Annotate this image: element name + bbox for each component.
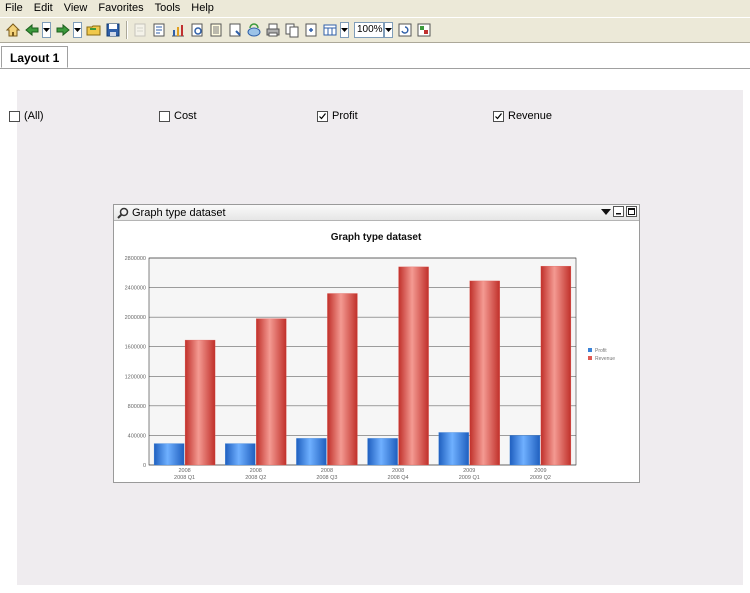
filter-all[interactable]: (All) <box>9 110 44 122</box>
magnifier-icon[interactable] <box>117 207 129 219</box>
x-tick-sublabel: 2009 Q1 <box>459 475 480 481</box>
bar-profit <box>438 432 469 466</box>
forward-icon[interactable] <box>54 21 72 39</box>
panel-maximize-icon[interactable] <box>626 206 637 217</box>
menu-file[interactable]: File <box>0 0 29 17</box>
page-icon[interactable] <box>226 21 244 39</box>
legend-label: Profit <box>595 348 607 354</box>
pdf-icon[interactable] <box>150 21 168 39</box>
zoom-combo[interactable]: 100% <box>354 22 396 38</box>
y-tick-label: 0 <box>143 463 146 469</box>
print-icon[interactable] <box>264 21 282 39</box>
checkbox-profit[interactable] <box>317 110 328 122</box>
x-tick-sublabel: 2008 Q2 <box>245 475 266 481</box>
legend-swatch <box>588 356 592 360</box>
x-axis: 20082008 Q120082008 Q220082008 Q32008200… <box>174 468 551 481</box>
save-icon[interactable] <box>104 21 122 39</box>
filter-revenue-label: Revenue <box>508 110 553 122</box>
forward-dropdown-icon[interactable] <box>73 22 82 38</box>
bar-profit <box>296 438 327 466</box>
menu-favorites[interactable]: Favorites <box>93 0 149 17</box>
layout-dropdown-icon[interactable] <box>340 22 349 38</box>
bar-revenue <box>327 293 358 466</box>
bar-revenue <box>184 339 216 466</box>
bar-revenue <box>540 265 572 466</box>
menu-help[interactable]: Help <box>186 0 220 17</box>
report-icon[interactable] <box>207 21 225 39</box>
legend-swatch <box>588 348 592 352</box>
chart-panel: Graph type dataset Graph type dataset 0 … <box>113 204 640 483</box>
bar-profit <box>225 443 256 466</box>
tab-bar: Layout 1 <box>0 43 750 69</box>
open-folder-icon[interactable] <box>85 21 103 39</box>
y-axis: 0 400000 800000 1200000 1600000 2000000 240000… <box>125 256 146 469</box>
checkmark-icon <box>319 112 326 119</box>
filter-revenue[interactable]: Revenue <box>493 110 552 122</box>
x-tick-label: 2008 <box>250 468 262 474</box>
checkbox-cost[interactable] <box>159 110 170 122</box>
home-icon[interactable] <box>4 21 22 39</box>
print-preview-icon[interactable] <box>188 21 206 39</box>
x-tick-sublabel: 2008 Q4 <box>388 475 409 481</box>
panel-title: Graph type dataset <box>132 206 226 219</box>
layout-icon[interactable] <box>321 21 339 39</box>
filter-all-label: (All) <box>24 110 44 122</box>
filter-profit[interactable]: Profit <box>317 110 358 122</box>
checkbox-all[interactable] <box>9 110 20 122</box>
toolbar-separator <box>126 21 128 39</box>
y-tick-label: 800000 <box>128 404 146 410</box>
page-setup-icon[interactable] <box>302 21 320 39</box>
copy-icon[interactable] <box>283 21 301 39</box>
filter-profit-label: Profit <box>332 110 358 122</box>
x-tick-sublabel: 2008 Q1 <box>174 475 195 481</box>
menu-tools[interactable]: Tools <box>150 0 187 17</box>
x-tick-label: 2009 <box>534 468 546 474</box>
checkmark-icon <box>495 112 502 119</box>
filter-cost-label: Cost <box>174 110 197 122</box>
chart-type-icon[interactable] <box>169 21 187 39</box>
x-tick-label: 2008 <box>392 468 404 474</box>
x-tick-label: 2008 <box>321 468 333 474</box>
y-tick-label: 400000 <box>128 433 146 439</box>
layout-canvas: (All) Cost Profit Revenue Graph type dat… <box>9 90 743 585</box>
menu-edit[interactable]: Edit <box>29 0 59 17</box>
bar-profit <box>153 443 185 466</box>
panel-minimize-icon[interactable] <box>613 206 624 217</box>
zoom-value[interactable]: 100% <box>354 22 384 38</box>
bar-revenue <box>256 318 287 466</box>
checkbox-revenue[interactable] <box>493 110 504 122</box>
bar-revenue <box>469 280 500 466</box>
panel-menu-icon[interactable] <box>600 206 611 217</box>
y-tick-label: 2800000 <box>125 256 146 262</box>
x-tick-sublabel: 2008 Q3 <box>316 475 337 481</box>
chart-title: Graph type dataset <box>331 232 422 243</box>
bar-profit <box>367 438 398 466</box>
toolbar: 100% <box>0 17 750 43</box>
bar-chart: Graph type dataset 0 400000 800000 1200000 1… <box>125 232 616 481</box>
refresh-data-icon[interactable] <box>245 21 263 39</box>
menu-bar: File Edit View Favorites Tools Help <box>0 0 750 17</box>
back-icon[interactable] <box>23 21 41 39</box>
export-icon[interactable] <box>131 21 149 39</box>
legend: Profit Revenue <box>588 348 615 362</box>
y-tick-label: 2400000 <box>125 286 146 292</box>
x-tick-label: 2009 <box>463 468 475 474</box>
y-tick-label: 1200000 <box>125 374 146 380</box>
chart-area: Graph type dataset 0 400000 800000 1200000 1… <box>114 221 639 482</box>
filter-cost[interactable]: Cost <box>159 110 197 122</box>
zoom-dropdown-icon[interactable] <box>384 22 393 38</box>
refresh-icon[interactable] <box>396 21 414 39</box>
tab-layout-1[interactable]: Layout 1 <box>1 46 69 68</box>
bar-profit <box>509 435 541 466</box>
legend-label: Revenue <box>595 356 615 362</box>
x-tick-sublabel: 2009 Q2 <box>530 475 551 481</box>
bar-revenue <box>398 266 429 466</box>
menu-view[interactable]: View <box>59 0 94 17</box>
y-tick-label: 1600000 <box>125 345 146 351</box>
panel-header: Graph type dataset <box>114 205 639 221</box>
y-tick-label: 2000000 <box>125 315 146 321</box>
back-dropdown-icon[interactable] <box>42 22 51 38</box>
design-icon[interactable] <box>415 21 433 39</box>
x-tick-label: 2008 <box>178 468 190 474</box>
